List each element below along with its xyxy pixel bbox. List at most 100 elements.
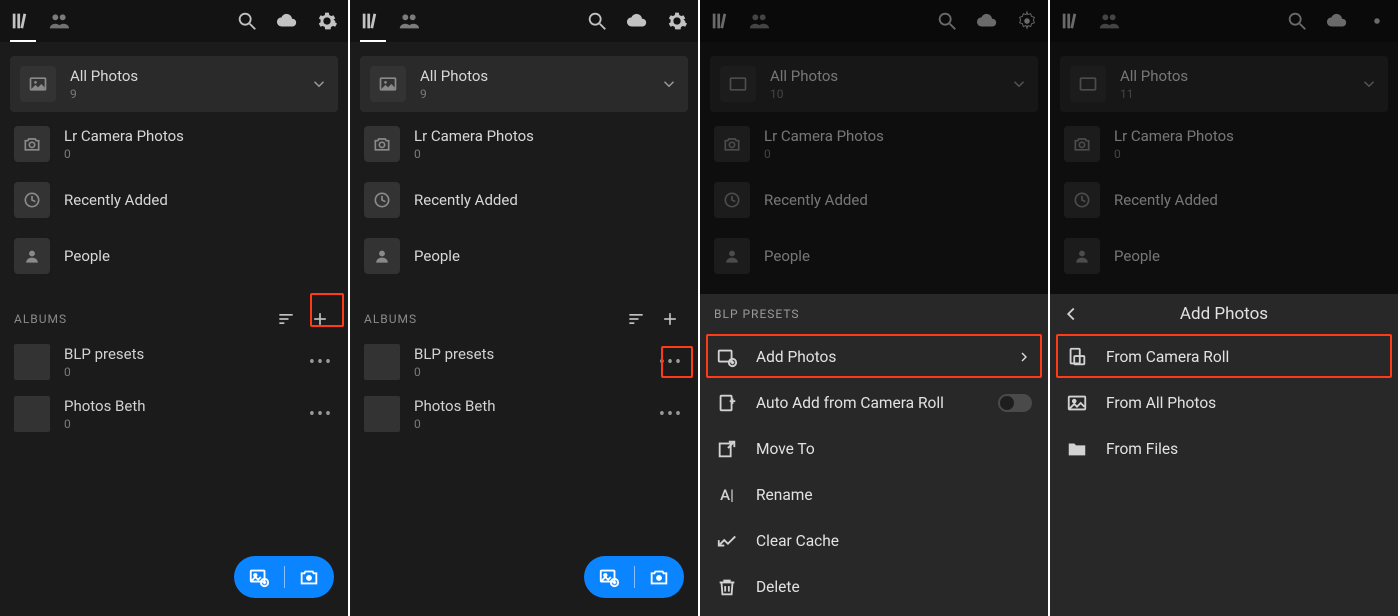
lr-camera-row[interactable]: Lr Camera Photos0	[0, 116, 348, 172]
camera-capture-icon[interactable]	[285, 566, 335, 588]
album-thumb	[364, 396, 400, 432]
label: Lr Camera Photos	[64, 127, 184, 145]
person-icon	[1064, 238, 1100, 274]
label: Recently Added	[1114, 191, 1218, 209]
search-icon[interactable]	[1286, 10, 1308, 32]
gear-icon[interactable]	[316, 10, 338, 32]
back-button[interactable]	[1060, 303, 1082, 325]
library-icon[interactable]	[360, 10, 382, 32]
count: 0	[764, 147, 884, 161]
label: All Photos	[1120, 67, 1188, 85]
tab-underline	[360, 40, 386, 42]
clock-icon	[1064, 182, 1100, 218]
sheet-auto-add[interactable]: Auto Add from Camera Roll	[700, 380, 1048, 426]
top-bar	[350, 0, 698, 42]
library-icon[interactable]	[710, 10, 732, 32]
add-photo-icon[interactable]	[584, 566, 634, 588]
fab[interactable]	[584, 556, 684, 598]
person-icon	[14, 238, 50, 274]
search-icon[interactable]	[586, 10, 608, 32]
move-icon	[716, 438, 738, 460]
all-photos-row[interactable]: All Photos 9	[10, 56, 338, 112]
sheet-move[interactable]: Move To	[700, 426, 1048, 472]
add-album-button[interactable]	[306, 305, 334, 333]
add-photo-icon[interactable]	[234, 566, 284, 588]
people-row[interactable]: People	[0, 228, 348, 284]
gear-icon[interactable]	[1016, 10, 1038, 32]
camera-icon	[1064, 126, 1100, 162]
people-row[interactable]: People	[1050, 228, 1398, 284]
sheet-add-photos[interactable]: Add Photos	[700, 334, 1048, 380]
cloud-icon[interactable]	[976, 10, 998, 32]
sort-icon[interactable]	[622, 305, 650, 333]
people-icon[interactable]	[1098, 10, 1120, 32]
label: Recently Added	[414, 191, 518, 209]
label: Add Photos	[756, 348, 998, 366]
sheet-clear[interactable]: Clear Cache	[700, 518, 1048, 564]
lr-camera-row[interactable]: Lr Camera Photos0	[1050, 116, 1398, 172]
sheet-title: BLP PRESETS	[714, 307, 800, 321]
more-icon[interactable]: •••	[658, 349, 684, 375]
search-icon[interactable]	[236, 10, 258, 32]
add-album-button[interactable]	[656, 305, 684, 333]
people-row[interactable]: People	[350, 228, 698, 284]
lr-camera-row[interactable]: Lr Camera Photos0	[350, 116, 698, 172]
recent-row[interactable]: Recently Added	[350, 172, 698, 228]
sheet-files[interactable]: From Files	[1050, 426, 1398, 472]
lr-camera-row[interactable]: Lr Camera Photos 0	[700, 116, 1048, 172]
label: Rename	[756, 486, 1032, 504]
sort-icon[interactable]	[272, 305, 300, 333]
camera-roll-icon	[1066, 346, 1088, 368]
more-icon[interactable]: •••	[308, 401, 334, 427]
image-icon	[370, 66, 406, 102]
camera-capture-icon[interactable]	[635, 566, 685, 588]
library-icon[interactable]	[1060, 10, 1082, 32]
people-icon[interactable]	[398, 10, 420, 32]
person-icon	[364, 238, 400, 274]
all-photos-row[interactable]: All Photos10	[710, 56, 1038, 112]
sheet-rename[interactable]: A|Rename	[700, 472, 1048, 518]
camera-icon	[14, 126, 50, 162]
all-photos-label: All Photos	[70, 67, 138, 85]
albums-title: ALBUMS	[14, 312, 266, 326]
panel-4: All Photos11 Lr Camera Photos0 Recently …	[1050, 0, 1400, 616]
label: Lr Camera Photos	[764, 127, 884, 145]
album-row[interactable]: Photos Beth0 •••	[0, 388, 348, 440]
recent-row[interactable]: Recently Added	[0, 172, 348, 228]
cloud-icon[interactable]	[626, 10, 648, 32]
people-icon[interactable]	[48, 10, 70, 32]
library-icon[interactable]	[10, 10, 32, 32]
recent-row[interactable]: Recently Added	[700, 172, 1048, 228]
sheet-camera-roll[interactable]: From Camera Roll	[1050, 334, 1398, 380]
sheet-all-photos[interactable]: From All Photos	[1050, 380, 1398, 426]
gear-icon[interactable]	[1366, 10, 1388, 32]
sheet-delete[interactable]: Delete	[700, 564, 1048, 610]
more-icon[interactable]: •••	[658, 401, 684, 427]
recent-row[interactable]: Recently Added	[1050, 172, 1398, 228]
gear-icon[interactable]	[666, 10, 688, 32]
album-row[interactable]: BLP presets0 •••	[0, 336, 348, 388]
search-icon[interactable]	[936, 10, 958, 32]
all-photos-row[interactable]: All Photos9	[360, 56, 688, 112]
image-icon	[20, 66, 56, 102]
chevron-right-icon	[1016, 349, 1032, 365]
album-row[interactable]: Photos Beth0•••	[350, 388, 698, 440]
fab[interactable]	[234, 556, 334, 598]
people-icon[interactable]	[748, 10, 770, 32]
toggle-off[interactable]	[998, 394, 1032, 412]
sheet-title: Add Photos	[1180, 304, 1268, 324]
person-icon	[714, 238, 750, 274]
cloud-icon[interactable]	[1326, 10, 1348, 32]
people-row[interactable]: People	[700, 228, 1048, 284]
label: Move To	[756, 440, 1032, 458]
top-bar	[700, 0, 1048, 42]
album-count: 0	[414, 417, 496, 431]
more-icon[interactable]: •••	[308, 349, 334, 375]
label: Lr Camera Photos	[414, 127, 534, 145]
album-title: BLP presets	[414, 345, 494, 363]
all-photos-row[interactable]: All Photos11	[1060, 56, 1388, 112]
album-count: 0	[64, 417, 146, 431]
album-row[interactable]: BLP presets0•••	[350, 336, 698, 388]
top-bar	[1050, 0, 1398, 42]
cloud-icon[interactable]	[276, 10, 298, 32]
